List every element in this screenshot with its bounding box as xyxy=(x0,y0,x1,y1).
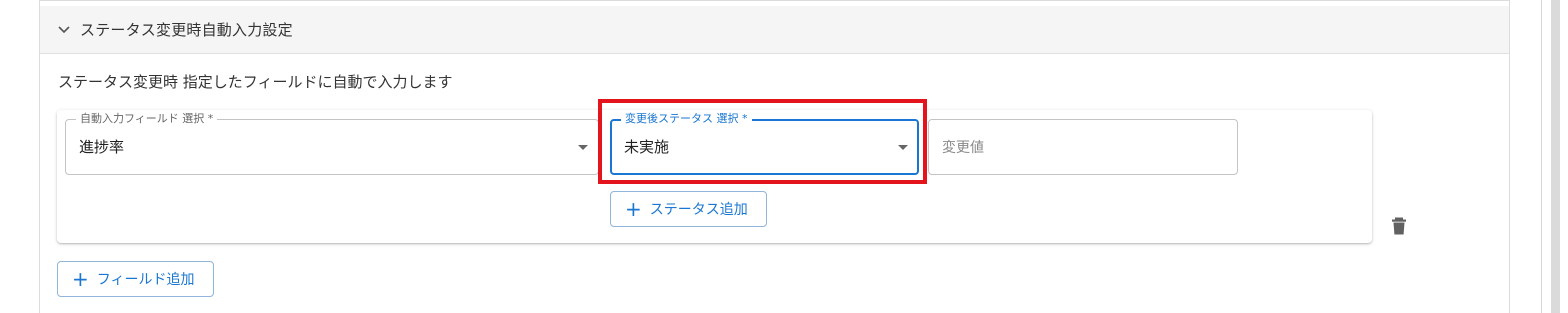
caret-down-icon xyxy=(898,145,908,150)
add-field-button[interactable]: + フィールド追加 xyxy=(57,261,214,297)
status-select-label: 変更後ステータス 選択 * xyxy=(621,112,752,126)
page: ステータス変更時自動入力設定 ステータス変更時 指定したフィールドに自動で入力し… xyxy=(0,0,1568,313)
accordion-title: ステータス変更時自動入力設定 xyxy=(80,21,293,39)
field-select-label: 自動入力フィールド 選択 * xyxy=(76,112,218,126)
scrollbar-area xyxy=(1527,0,1568,313)
field-select-value: 進捗率 xyxy=(79,138,125,156)
add-status-label: ステータス追加 xyxy=(649,202,748,218)
add-status-button[interactable]: + ステータス追加 xyxy=(610,191,767,227)
add-field-label: フィールド追加 xyxy=(96,272,195,288)
plus-icon: + xyxy=(625,197,642,221)
scrollbar-thumb[interactable] xyxy=(1551,0,1560,313)
change-value-placeholder: 変更値 xyxy=(942,140,984,156)
accordion-header[interactable]: ステータス変更時自動入力設定 xyxy=(40,6,1509,54)
caret-down-icon xyxy=(578,145,588,150)
chevron-down-icon xyxy=(58,23,72,37)
status-select[interactable]: 変更後ステータス 選択 * 未実施 xyxy=(610,112,919,175)
field-select[interactable]: 自動入力フィールド 選択 * 進捗率 xyxy=(65,112,599,175)
plus-icon: + xyxy=(72,267,89,291)
section-description: ステータス変更時 指定したフィールドに自動で入力します xyxy=(58,73,453,91)
change-value-input[interactable]: 変更値 xyxy=(928,119,1238,175)
status-select-value: 未実施 xyxy=(624,138,670,156)
scrollbar-divider xyxy=(1541,0,1542,313)
trash-icon[interactable] xyxy=(1391,217,1407,235)
